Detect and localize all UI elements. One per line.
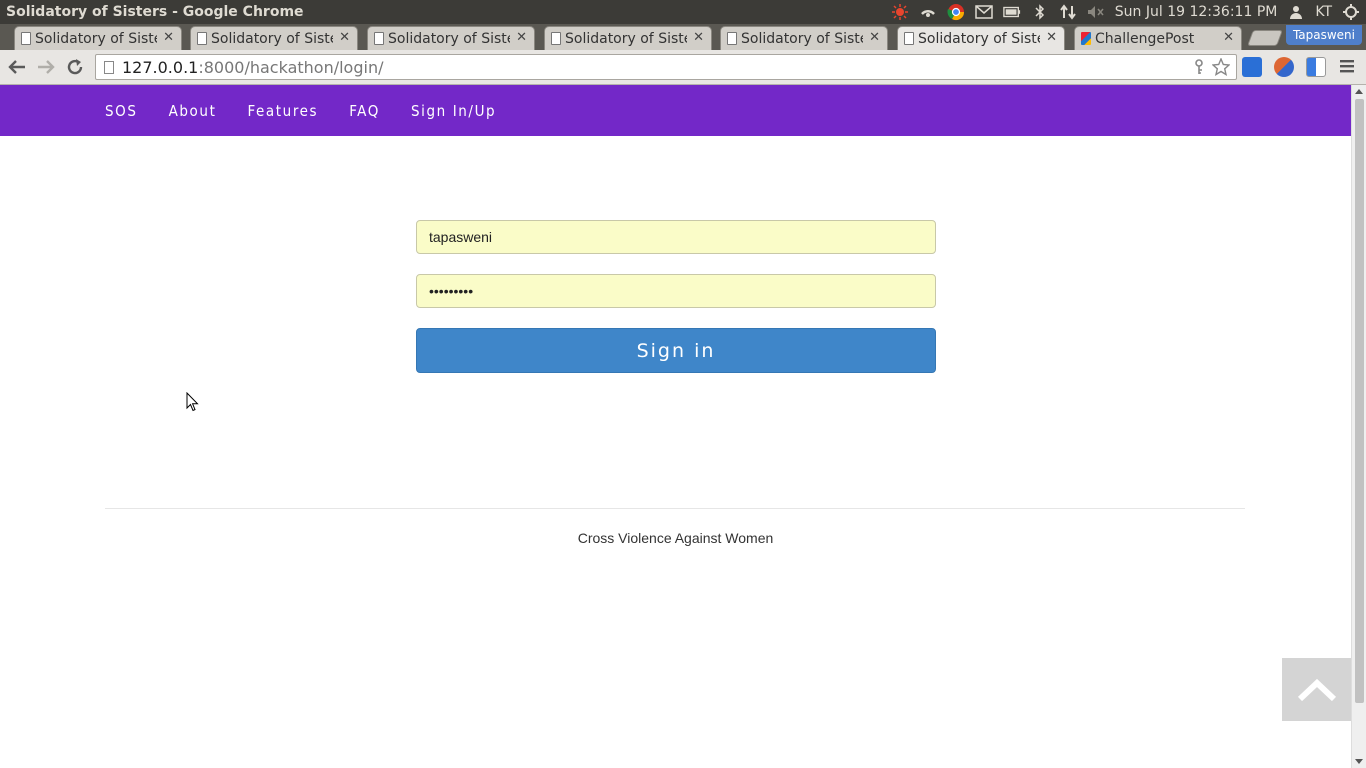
- network-icon[interactable]: [1059, 3, 1077, 21]
- back-icon[interactable]: [6, 56, 28, 78]
- footer-text: Cross Violence Against Women: [577, 530, 774, 546]
- mail-icon[interactable]: [975, 3, 993, 21]
- tab-label: Solidatory of Sisters: [211, 30, 333, 47]
- volume-mute-icon[interactable]: [1087, 3, 1105, 21]
- page-icon: [104, 60, 114, 74]
- tab-label: Solidatory of Sisters: [918, 30, 1040, 47]
- mouse-cursor-icon: [186, 392, 199, 412]
- browser-toolbar: 127.0.0.1:8000/hackathon/login/: [0, 50, 1366, 85]
- page-icon: [21, 32, 31, 45]
- nav-link-features[interactable]: Features: [247, 102, 318, 120]
- challengepost-icon: [1081, 32, 1091, 45]
- nav-link-about[interactable]: About: [169, 102, 217, 120]
- wifi-icon[interactable]: [919, 3, 937, 21]
- close-icon[interactable]: ✕: [869, 30, 880, 45]
- tab-label: ChallengePost: [1095, 30, 1195, 47]
- browser-tab[interactable]: ChallengePost ✕: [1074, 26, 1242, 50]
- page-icon: [197, 32, 207, 45]
- browser-tab[interactable]: Solidatory of Sisters ✕: [544, 26, 712, 50]
- new-tab-button[interactable]: [1247, 30, 1283, 46]
- menu-icon[interactable]: [1338, 57, 1358, 77]
- page-viewport: SOS About Features FAQ Sign In/Up Sign i…: [0, 85, 1351, 768]
- tab-label: Solidatory of Sisters: [565, 30, 687, 47]
- extension-icon[interactable]: [1306, 57, 1326, 77]
- footer-divider: [105, 508, 1245, 509]
- key-icon[interactable]: [1194, 59, 1204, 79]
- tab-label: Solidatory of Sisters: [741, 30, 863, 47]
- bluetooth-icon[interactable]: [1031, 3, 1049, 21]
- browser-tab[interactable]: Solidatory of Sisters ✕: [720, 26, 888, 50]
- sign-in-button[interactable]: Sign in: [416, 328, 936, 373]
- scroll-thumb[interactable]: [1355, 99, 1364, 703]
- battery-icon[interactable]: [1003, 3, 1021, 21]
- reload-icon[interactable]: [64, 56, 86, 78]
- tab-strip: Solidatory of Sisters ✕ Solidatory of Si…: [0, 24, 1366, 50]
- close-icon[interactable]: ✕: [1046, 30, 1057, 45]
- scroll-up-icon[interactable]: [1355, 89, 1363, 94]
- user-icon[interactable]: [1287, 3, 1305, 21]
- vertical-scrollbar[interactable]: [1351, 85, 1366, 768]
- site-navbar: SOS About Features FAQ Sign In/Up: [0, 85, 1351, 136]
- chrome-icon[interactable]: [947, 3, 965, 21]
- close-icon[interactable]: ✕: [516, 30, 527, 45]
- tab-label: Solidatory of Sisters: [388, 30, 510, 47]
- profile-badge[interactable]: Tapasweni: [1285, 25, 1362, 45]
- bookmark-star-icon[interactable]: [1211, 57, 1231, 80]
- nav-link-sos[interactable]: SOS: [105, 102, 138, 120]
- scroll-down-icon[interactable]: [1355, 759, 1363, 764]
- page-icon: [727, 32, 737, 45]
- close-icon[interactable]: ✕: [163, 30, 174, 45]
- close-icon[interactable]: ✕: [339, 30, 350, 45]
- nav-link-signin[interactable]: Sign In/Up: [411, 102, 496, 120]
- nav-link-faq[interactable]: FAQ: [349, 102, 380, 120]
- power-icon[interactable]: [1342, 3, 1360, 21]
- page-icon: [374, 32, 384, 45]
- forward-icon[interactable]: [35, 56, 57, 78]
- password-field[interactable]: [416, 274, 936, 308]
- window-title: Solidatory of Sisters - Google Chrome: [6, 4, 304, 20]
- page-icon: [904, 32, 914, 45]
- browser-tab-active[interactable]: Solidatory of Sisters ✕: [897, 26, 1065, 50]
- os-top-bar: Solidatory of Sisters - Google Chrome Su…: [0, 0, 1366, 24]
- url-host: 127.0.0.1: [122, 57, 199, 77]
- page-icon: [551, 32, 561, 45]
- address-bar[interactable]: 127.0.0.1:8000/hackathon/login/: [95, 54, 1237, 80]
- browser-tab[interactable]: Solidatory of Sisters ✕: [367, 26, 535, 50]
- weather-icon[interactable]: [891, 3, 909, 21]
- login-form: Sign in: [416, 220, 936, 373]
- extension-icon[interactable]: [1242, 57, 1262, 77]
- tab-label: Solidatory of Sisters: [35, 30, 157, 47]
- close-icon[interactable]: ✕: [1223, 30, 1234, 45]
- close-icon[interactable]: ✕: [693, 30, 704, 45]
- user-name[interactable]: KT: [1315, 4, 1332, 20]
- browser-tab[interactable]: Solidatory of Sisters ✕: [14, 26, 182, 50]
- system-tray: Sun Jul 19 12:36:11 PM KT: [891, 0, 1360, 24]
- chevron-up-icon: [1297, 678, 1336, 701]
- clock[interactable]: Sun Jul 19 12:36:11 PM: [1115, 4, 1278, 20]
- username-field[interactable]: [416, 220, 936, 254]
- extension-icon[interactable]: [1274, 57, 1294, 77]
- browser-tab[interactable]: Solidatory of Sisters ✕: [190, 26, 358, 50]
- back-to-top-button[interactable]: [1282, 658, 1351, 721]
- url-path: :8000/hackathon/login/: [198, 57, 384, 77]
